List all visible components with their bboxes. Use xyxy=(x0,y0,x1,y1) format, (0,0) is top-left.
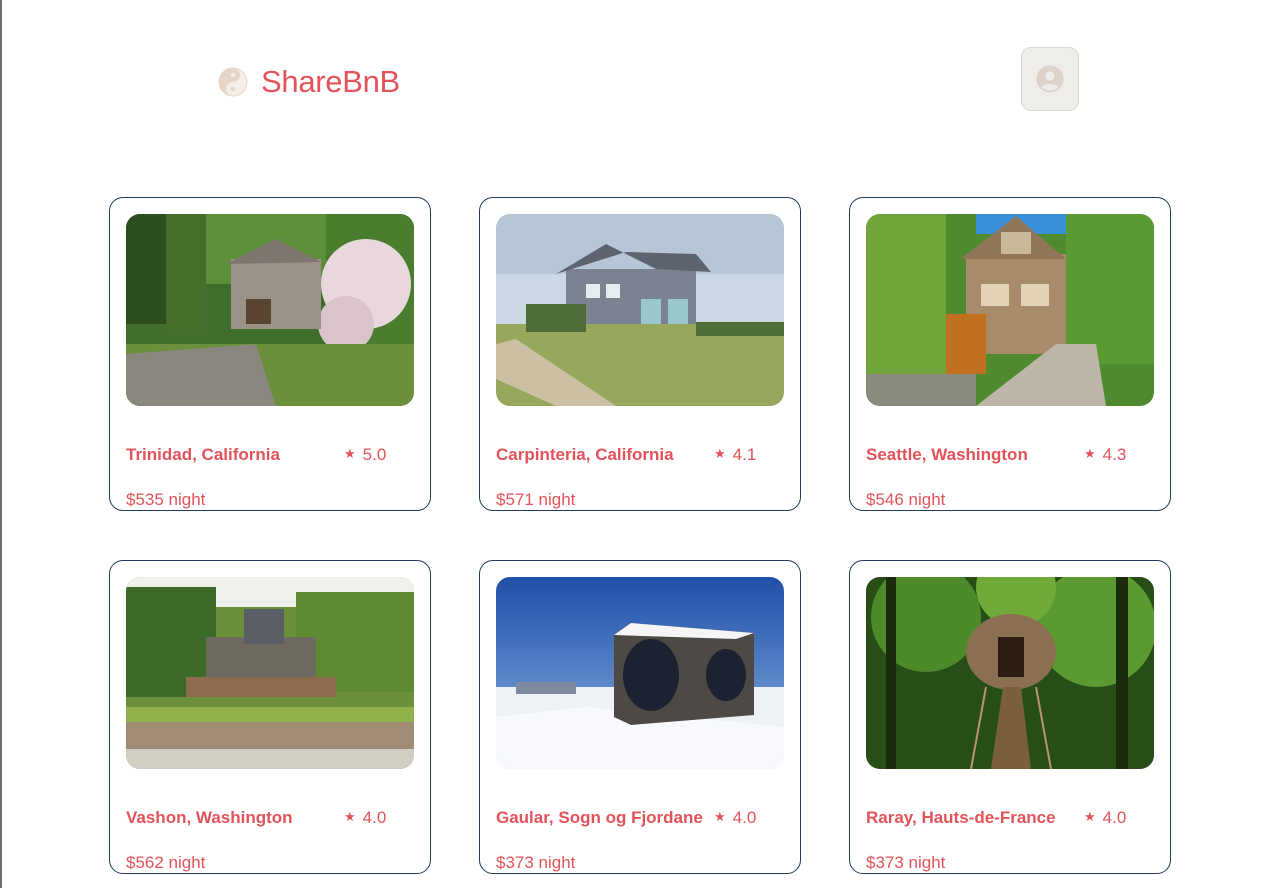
listing-location: Trinidad, California xyxy=(126,445,280,464)
listing-location: Raray, Hauts-de-France xyxy=(866,808,1056,827)
listing-location: Vashon, Washington xyxy=(126,808,293,827)
listing-rating: ★ 4.0 xyxy=(714,808,756,828)
rating-value: 5.0 xyxy=(362,445,387,464)
listing-photo xyxy=(126,577,414,769)
listing-card[interactable]: Carpinteria, California ★ 4.1 $571 night xyxy=(479,197,801,511)
listing-rating: ★ 4.1 xyxy=(714,445,756,465)
listing-card[interactable]: Seattle, Washington ★ 4.3 $546 night xyxy=(849,197,1171,511)
listing-rating: ★ 4.0 xyxy=(344,808,386,828)
listing-price: $546 night xyxy=(866,490,946,509)
listing-location: Carpinteria, California xyxy=(496,445,674,464)
star-icon: ★ xyxy=(1084,446,1096,461)
listing-location: Gaular, Sogn og Fjordane xyxy=(496,808,703,827)
listing-photo xyxy=(496,577,784,769)
rating-value: 4.3 xyxy=(1102,445,1127,464)
star-icon: ★ xyxy=(714,809,726,824)
listing-price: $373 night xyxy=(496,853,576,872)
rating-value: 4.1 xyxy=(732,445,757,464)
star-icon: ★ xyxy=(344,809,356,824)
star-icon: ★ xyxy=(714,446,726,461)
listing-price: $562 night xyxy=(126,853,206,872)
rating-value: 4.0 xyxy=(1102,808,1127,827)
listing-price: $571 night xyxy=(496,490,576,509)
listing-price: $535 night xyxy=(126,490,206,509)
listing-card[interactable]: Raray, Hauts-de-France ★ 4.0 $373 night xyxy=(849,560,1171,874)
listing-rating: ★ 5.0 xyxy=(344,445,386,465)
rating-value: 4.0 xyxy=(362,808,387,827)
listing-card[interactable]: Gaular, Sogn og Fjordane ★ 4.0 $373 nigh… xyxy=(479,560,801,874)
listing-photo xyxy=(866,214,1154,406)
listing-location: Seattle, Washington xyxy=(866,445,1028,464)
rating-value: 4.0 xyxy=(732,808,757,827)
user-circle-icon xyxy=(1035,64,1065,94)
listing-card[interactable]: Trinidad, California ★ 5.0 $535 night xyxy=(109,197,431,511)
listing-price: $373 night xyxy=(866,853,946,872)
header: ShareBnB xyxy=(0,0,1278,160)
listing-photo xyxy=(496,214,784,406)
listing-rating: ★ 4.0 xyxy=(1084,808,1126,828)
listing-card[interactable]: Vashon, Washington ★ 4.0 $562 night xyxy=(109,560,431,874)
profile-button[interactable] xyxy=(1021,47,1079,111)
yin-yang-icon xyxy=(218,67,248,97)
star-icon: ★ xyxy=(1084,809,1096,824)
listing-rating: ★ 4.3 xyxy=(1084,445,1126,465)
listing-photo xyxy=(126,214,414,406)
brand-name: ShareBnB xyxy=(261,64,400,99)
listing-photo xyxy=(866,577,1154,769)
star-icon: ★ xyxy=(344,446,356,461)
home-logo-link[interactable]: ShareBnB xyxy=(218,64,400,100)
